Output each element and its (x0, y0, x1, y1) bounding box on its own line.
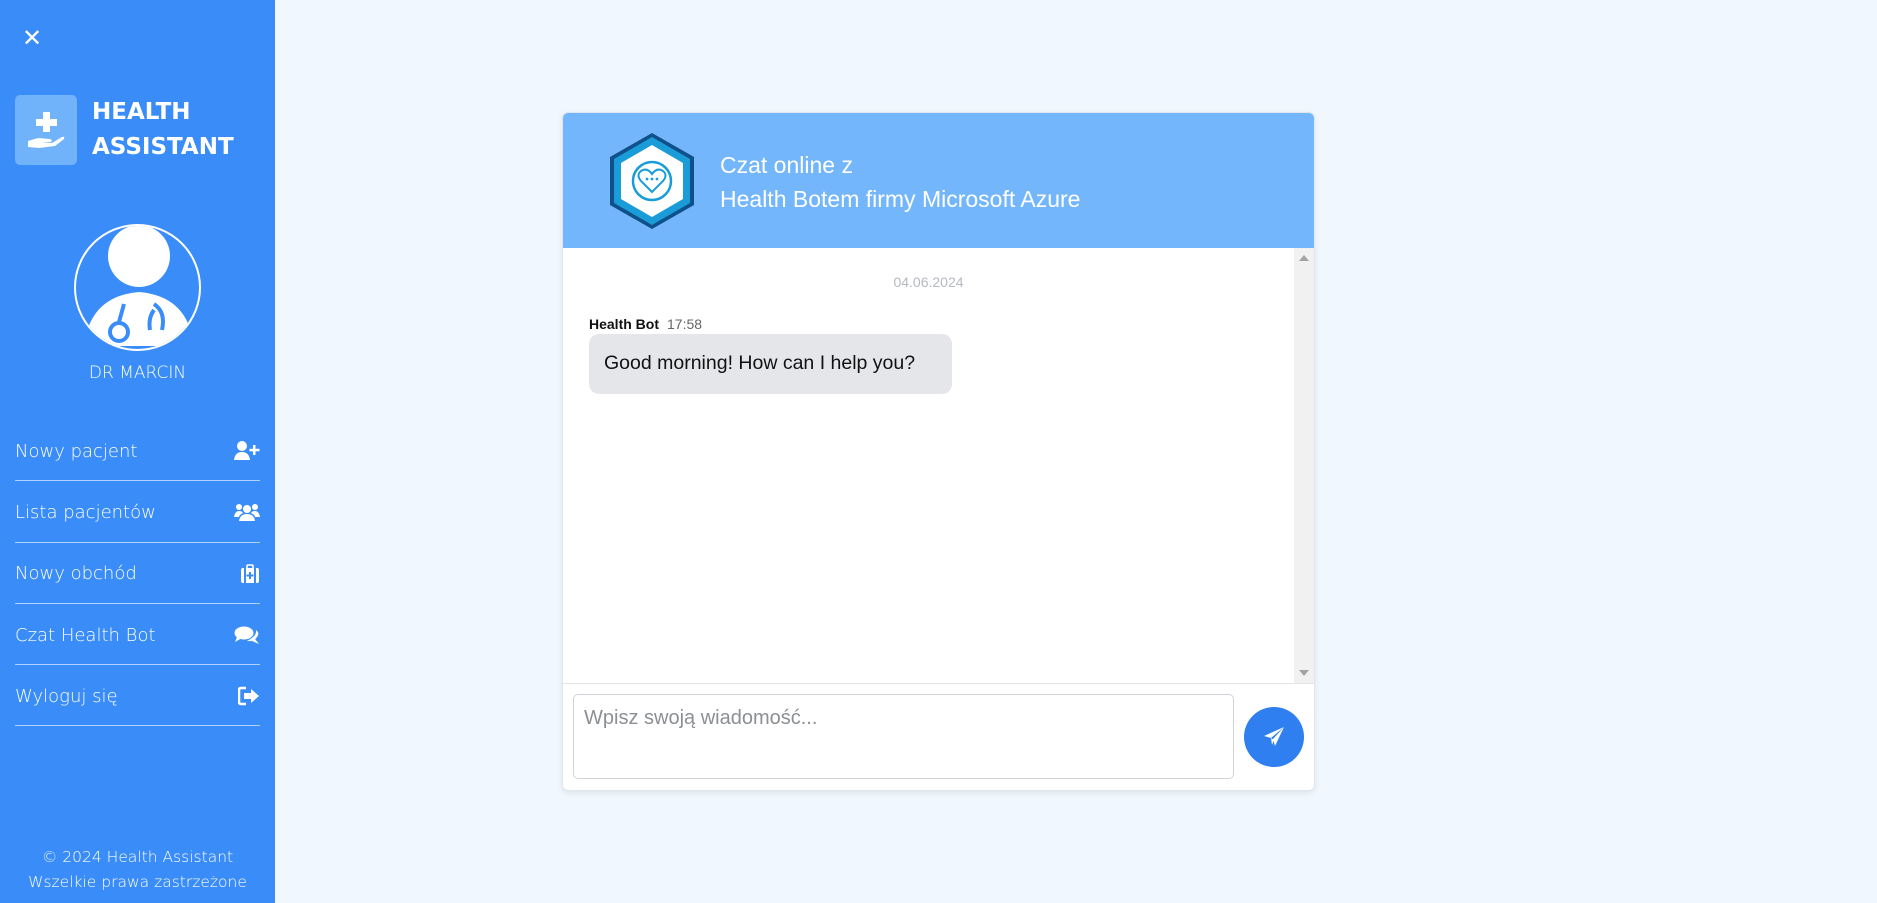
sidebar-item-label: Wyloguj się (15, 685, 118, 707)
message-time: 17:58 (667, 316, 703, 332)
doctor-name: DR MARCIN (88, 363, 187, 383)
comments-icon (234, 624, 260, 646)
sidebar-item-new-round[interactable]: Nowy obchód (15, 543, 260, 604)
copyright-text: © 2024 Health Assistant (41, 848, 234, 866)
chat-window: Czat online z Health Botem firmy Microso… (562, 112, 1315, 791)
sidebar: ✕ HEALTH ASSISTANT DR MARCIN Nowy pacjen… (0, 0, 275, 903)
avatar (74, 224, 201, 351)
brand: HEALTH ASSISTANT (15, 95, 234, 165)
sidebar-item-label: Nowy obchód (15, 563, 137, 585)
sidebar-item-label: Nowy pacjent (15, 440, 138, 462)
health-bot-logo-icon (607, 131, 697, 231)
sidebar-item-label: Czat Health Bot (15, 624, 156, 646)
composer (563, 683, 1314, 790)
message-scrollbar[interactable] (1294, 248, 1314, 683)
message-input[interactable] (573, 694, 1234, 779)
message-list: 04.06.2024 Health Bot 17:58 Good morning!… (563, 248, 1294, 683)
chat-title-line1: Czat online z (720, 152, 853, 178)
sidebar-menu: Nowy pacjent Lista pacjentów Nowy obchód… (15, 420, 260, 727)
message-sender: Health Bot (589, 316, 659, 332)
send-button[interactable] (1244, 707, 1304, 767)
message-bubble: Good morning! How can I help you? (589, 334, 952, 394)
sidebar-footer: © 2024 Health Assistant Wszelkie prawa z… (0, 845, 275, 895)
sidebar-item-new-patient[interactable]: Nowy pacjent (15, 420, 260, 482)
user-plus-icon (234, 440, 260, 462)
chat-title-line2: Health Botem firmy Microsoft Azure (720, 186, 1081, 212)
brand-name: HEALTH ASSISTANT (92, 99, 234, 160)
hand-holding-medical-icon (15, 95, 77, 165)
sidebar-item-patient-list[interactable]: Lista pacjentów (15, 481, 260, 543)
scroll-down-icon[interactable] (1299, 670, 1309, 676)
scroll-up-icon[interactable] (1299, 255, 1309, 261)
users-icon (234, 501, 260, 523)
sidebar-item-chat-health-bot[interactable]: Czat Health Bot (15, 604, 260, 666)
sign-out-icon (234, 685, 260, 707)
message-meta: Health Bot 17:58 (589, 316, 702, 332)
sidebar-item-logout[interactable]: Wyloguj się (15, 665, 260, 727)
rights-text: Wszelkie prawa zastrzeżone (28, 873, 247, 891)
medical-kit-icon (234, 563, 260, 585)
sidebar-item-label: Lista pacjentów (15, 501, 156, 523)
date-separator: 04.06.2024 (893, 274, 964, 290)
close-icon[interactable]: ✕ (22, 26, 42, 50)
chat-header: Czat online z Health Botem firmy Microso… (563, 113, 1314, 248)
paper-plane-icon (1264, 727, 1284, 746)
